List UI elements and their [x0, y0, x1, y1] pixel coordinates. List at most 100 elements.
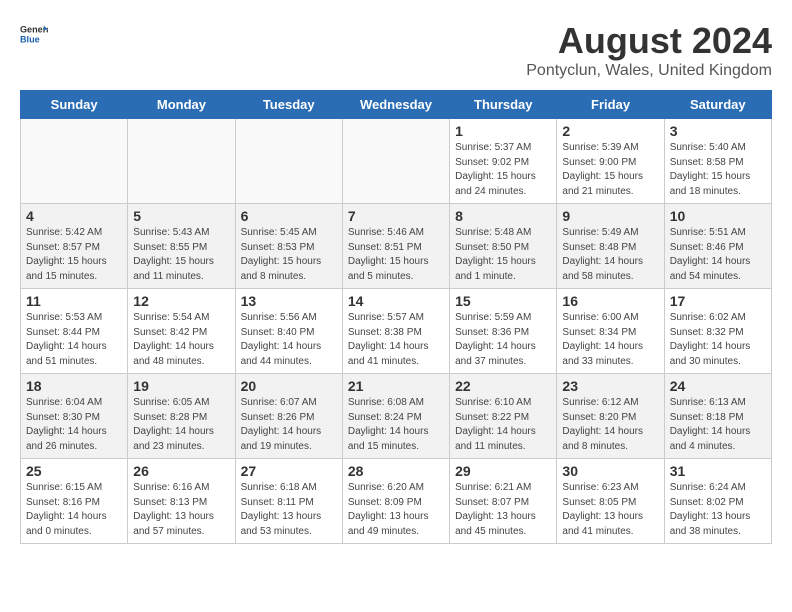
calendar-cell: 29 Sunrise: 6:21 AM Sunset: 8:07 PM Dayli… [450, 459, 557, 544]
calendar-cell [235, 119, 342, 204]
day-number: 18 [26, 378, 122, 394]
svg-text:Blue: Blue [20, 34, 40, 44]
day-info: Sunrise: 5:43 AM Sunset: 8:55 PM Dayligh… [133, 226, 229, 284]
logo-icon: General Blue [20, 20, 48, 48]
calendar-cell [342, 119, 449, 204]
day-info: Sunrise: 5:53 AM Sunset: 8:44 PM Dayligh… [26, 311, 122, 369]
day-number: 27 [241, 463, 337, 479]
calendar-body: 1 Sunrise: 5:37 AM Sunset: 9:02 PM Daylig… [21, 119, 772, 544]
day-number: 25 [26, 463, 122, 479]
column-header-wednesday: Wednesday [342, 91, 449, 119]
day-info: Sunrise: 5:51 AM Sunset: 8:46 PM Dayligh… [670, 226, 766, 284]
day-info: Sunrise: 5:42 AM Sunset: 8:57 PM Dayligh… [26, 226, 122, 284]
calendar-cell: 28 Sunrise: 6:20 AM Sunset: 8:09 PM Dayli… [342, 459, 449, 544]
calendar-table: SundayMondayTuesdayWednesdayThursdayFrid… [20, 90, 772, 544]
day-number: 24 [670, 378, 766, 394]
day-info: Sunrise: 6:18 AM Sunset: 8:11 PM Dayligh… [241, 481, 337, 539]
header: General Blue August 2024 Pontyclun, Wale… [20, 20, 772, 80]
calendar-cell: 3 Sunrise: 5:40 AM Sunset: 8:58 PM Daylig… [664, 119, 771, 204]
calendar-cell: 26Sunrise: 6:16 AM Sunset: 8:13 PM Dayli… [128, 459, 235, 544]
day-number: 1 [455, 123, 551, 139]
day-number: 15 [455, 293, 551, 309]
calendar-cell: 4 Sunrise: 5:42 AM Sunset: 8:57 PM Daylig… [21, 204, 128, 289]
calendar-cell: 20Sunrise: 6:07 AM Sunset: 8:26 PM Dayli… [235, 374, 342, 459]
day-number: 9 [562, 208, 658, 224]
day-number: 22 [455, 378, 551, 394]
column-header-friday: Friday [557, 91, 664, 119]
day-info: Sunrise: 5:54 AM Sunset: 8:42 PM Dayligh… [133, 311, 229, 369]
day-number: 4 [26, 208, 122, 224]
day-info: Sunrise: 5:40 AM Sunset: 8:58 PM Dayligh… [670, 141, 766, 199]
calendar-cell: 16Sunrise: 6:00 AM Sunset: 8:34 PM Dayli… [557, 289, 664, 374]
calendar-cell [128, 119, 235, 204]
logo: General Blue [20, 20, 48, 48]
calendar-cell: 15 Sunrise: 5:59 AM Sunset: 8:36 PM Dayli… [450, 289, 557, 374]
calendar-cell: 21Sunrise: 6:08 AM Sunset: 8:24 PM Dayli… [342, 374, 449, 459]
calendar-cell: 10 Sunrise: 5:51 AM Sunset: 8:46 PM Dayli… [664, 204, 771, 289]
day-number: 7 [348, 208, 444, 224]
calendar-cell: 27 Sunrise: 6:18 AM Sunset: 8:11 PM Dayli… [235, 459, 342, 544]
day-info: Sunrise: 5:49 AM Sunset: 8:48 PM Dayligh… [562, 226, 658, 284]
day-info: Sunrise: 6:05 AM Sunset: 8:28 PM Dayligh… [133, 396, 229, 454]
calendar-cell: 8 Sunrise: 5:48 AM Sunset: 8:50 PM Daylig… [450, 204, 557, 289]
day-number: 17 [670, 293, 766, 309]
calendar-cell: 13Sunrise: 5:56 AM Sunset: 8:40 PM Dayli… [235, 289, 342, 374]
day-info: Sunrise: 6:15 AM Sunset: 8:16 PM Dayligh… [26, 481, 122, 539]
day-info: Sunrise: 5:56 AM Sunset: 8:40 PM Dayligh… [241, 311, 337, 369]
calendar-cell: 25 Sunrise: 6:15 AM Sunset: 8:16 PM Dayli… [21, 459, 128, 544]
calendar-week-1: 1 Sunrise: 5:37 AM Sunset: 9:02 PM Daylig… [21, 119, 772, 204]
day-info: Sunrise: 6:08 AM Sunset: 8:24 PM Dayligh… [348, 396, 444, 454]
day-number: 16 [562, 293, 658, 309]
calendar-header-row: SundayMondayTuesdayWednesdayThursdayFrid… [21, 91, 772, 119]
day-info: Sunrise: 6:20 AM Sunset: 8:09 PM Dayligh… [348, 481, 444, 539]
day-number: 20 [241, 378, 337, 394]
day-info: Sunrise: 5:59 AM Sunset: 8:36 PM Dayligh… [455, 311, 551, 369]
column-header-tuesday: Tuesday [235, 91, 342, 119]
day-number: 10 [670, 208, 766, 224]
day-number: 31 [670, 463, 766, 479]
day-number: 12 [133, 293, 229, 309]
calendar-cell: 5 Sunrise: 5:43 AM Sunset: 8:55 PM Daylig… [128, 204, 235, 289]
main-title: August 2024 [526, 20, 772, 62]
day-info: Sunrise: 5:37 AM Sunset: 9:02 PM Dayligh… [455, 141, 551, 199]
calendar-cell: 19 Sunrise: 6:05 AM Sunset: 8:28 PM Dayli… [128, 374, 235, 459]
day-number: 14 [348, 293, 444, 309]
day-number: 19 [133, 378, 229, 394]
calendar-cell: 9 Sunrise: 5:49 AM Sunset: 8:48 PM Daylig… [557, 204, 664, 289]
day-info: Sunrise: 6:02 AM Sunset: 8:32 PM Dayligh… [670, 311, 766, 369]
column-header-thursday: Thursday [450, 91, 557, 119]
calendar-cell: 17 Sunrise: 6:02 AM Sunset: 8:32 PM Dayli… [664, 289, 771, 374]
calendar-cell: 23Sunrise: 6:12 AM Sunset: 8:20 PM Dayli… [557, 374, 664, 459]
calendar-cell: 12 Sunrise: 5:54 AM Sunset: 8:42 PM Dayli… [128, 289, 235, 374]
day-number: 23 [562, 378, 658, 394]
day-info: Sunrise: 6:21 AM Sunset: 8:07 PM Dayligh… [455, 481, 551, 539]
day-info: Sunrise: 5:39 AM Sunset: 9:00 PM Dayligh… [562, 141, 658, 199]
day-number: 11 [26, 293, 122, 309]
calendar-week-5: 25 Sunrise: 6:15 AM Sunset: 8:16 PM Dayli… [21, 459, 772, 544]
calendar-cell: 31 Sunrise: 6:24 AM Sunset: 8:02 PM Dayli… [664, 459, 771, 544]
day-info: Sunrise: 6:10 AM Sunset: 8:22 PM Dayligh… [455, 396, 551, 454]
day-number: 5 [133, 208, 229, 224]
calendar-cell: 11 Sunrise: 5:53 AM Sunset: 8:44 PM Dayli… [21, 289, 128, 374]
day-number: 2 [562, 123, 658, 139]
day-info: Sunrise: 6:24 AM Sunset: 8:02 PM Dayligh… [670, 481, 766, 539]
calendar-cell: 22 Sunrise: 6:10 AM Sunset: 8:22 PM Dayli… [450, 374, 557, 459]
day-number: 29 [455, 463, 551, 479]
calendar-cell: 1 Sunrise: 5:37 AM Sunset: 9:02 PM Daylig… [450, 119, 557, 204]
day-info: Sunrise: 6:04 AM Sunset: 8:30 PM Dayligh… [26, 396, 122, 454]
day-number: 28 [348, 463, 444, 479]
day-info: Sunrise: 6:16 AM Sunset: 8:13 PM Dayligh… [133, 481, 229, 539]
day-number: 6 [241, 208, 337, 224]
calendar-cell: 6Sunrise: 5:45 AM Sunset: 8:53 PM Daylig… [235, 204, 342, 289]
calendar-week-4: 18 Sunrise: 6:04 AM Sunset: 8:30 PM Dayli… [21, 374, 772, 459]
calendar-week-3: 11 Sunrise: 5:53 AM Sunset: 8:44 PM Dayli… [21, 289, 772, 374]
day-number: 3 [670, 123, 766, 139]
day-number: 8 [455, 208, 551, 224]
day-number: 30 [562, 463, 658, 479]
day-info: Sunrise: 6:23 AM Sunset: 8:05 PM Dayligh… [562, 481, 658, 539]
column-header-monday: Monday [128, 91, 235, 119]
day-info: Sunrise: 5:57 AM Sunset: 8:38 PM Dayligh… [348, 311, 444, 369]
calendar-cell: 18 Sunrise: 6:04 AM Sunset: 8:30 PM Dayli… [21, 374, 128, 459]
day-info: Sunrise: 5:48 AM Sunset: 8:50 PM Dayligh… [455, 226, 551, 284]
calendar-week-2: 4 Sunrise: 5:42 AM Sunset: 8:57 PM Daylig… [21, 204, 772, 289]
